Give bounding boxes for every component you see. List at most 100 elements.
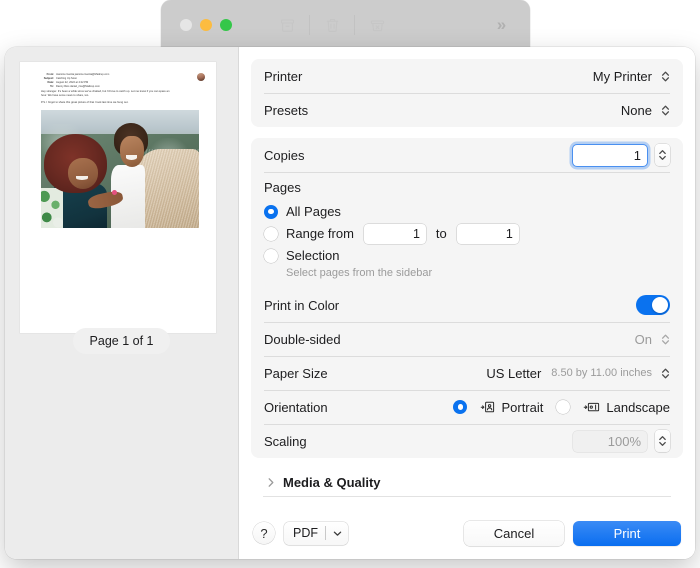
orientation-label: Orientation [264, 400, 328, 415]
scaling-label: Scaling [264, 434, 307, 449]
presets-value: None [621, 103, 652, 118]
chevron-updown-icon [661, 367, 670, 380]
archive-icon [279, 17, 296, 34]
pages-selection-label: Selection [286, 248, 339, 263]
traffic-lights [180, 19, 232, 31]
photo-person-left-pattern [41, 188, 63, 228]
email-header: From: Jasmine Garcia jasmine.Garcia@Mail… [29, 73, 207, 89]
chevron-updown-icon [661, 70, 670, 83]
trash-button[interactable] [310, 9, 354, 41]
chevron-updown-icon [661, 104, 670, 117]
pages-title: Pages [264, 180, 670, 195]
trash-icon [324, 17, 341, 34]
pages-selection-hint: Select pages from the sidebar [286, 267, 670, 279]
paper-size-popup-button[interactable]: US Letter 8.50 by 11.00 inches [486, 366, 670, 381]
print-dialog-screen: » From: Jasmine Garcia jasmine.Garcia@Ma… [0, 0, 700, 568]
print-in-color-row: Print in Color [251, 288, 683, 322]
email-header-row: From: Jasmine Garcia jasmine.Garcia@Mail… [29, 73, 207, 76]
double-sided-row[interactable]: Double-sided On [251, 322, 683, 356]
email-body-line: P.S. I forgot to share this great pictur… [41, 101, 204, 105]
print-sheet: From: Jasmine Garcia jasmine.Garcia@Mail… [5, 47, 695, 559]
pages-all-option[interactable]: All Pages [264, 201, 670, 222]
toolbar-overflow-button[interactable]: » [488, 12, 514, 38]
radio-landscape-icon[interactable] [556, 400, 570, 414]
range-to-input[interactable]: 1 [457, 224, 519, 244]
media-quality-disclosure[interactable]: Media & Quality [251, 469, 683, 496]
print-preview-pane: From: Jasmine Garcia jasmine.Garcia@Mail… [5, 47, 239, 559]
pages-range-label: Range from [286, 226, 354, 241]
options-scroll-area: Printer My Printer Presets [239, 47, 695, 507]
preview-page[interactable]: From: Jasmine Garcia jasmine.Garcia@Mail… [20, 62, 216, 333]
email-header-row: To: Danny Rios daniel_rios@Mailcup.com [29, 85, 207, 88]
copies-label: Copies [264, 148, 304, 163]
double-sided-label: Double-sided [264, 332, 341, 347]
scaling-input[interactable]: 100% [573, 431, 647, 452]
chevron-right-icon [267, 477, 275, 488]
printer-label: Printer [264, 69, 302, 84]
toolbar-icon-group [265, 9, 399, 41]
portrait-page-icon [480, 400, 496, 414]
orientation-row: Orientation [251, 390, 683, 424]
email-to-value: Danny Rios daniel_rios@Mailcup.com [56, 85, 100, 88]
paper-size-row[interactable]: Paper Size US Letter 8.50 by 11.00 inche… [251, 356, 683, 390]
cancel-button[interactable]: Cancel [464, 521, 564, 546]
range-from-input[interactable]: 1 [364, 224, 426, 244]
photo-person-left-nail [112, 190, 117, 195]
avatar [197, 73, 205, 81]
chevron-updown-icon [661, 333, 670, 346]
pdf-menu-button[interactable]: PDF [284, 522, 348, 545]
presets-label: Presets [264, 103, 308, 118]
radio-portrait-icon[interactable] [453, 400, 467, 414]
divider [263, 496, 671, 497]
pdf-label: PDF [293, 526, 318, 540]
range-to-label: to [436, 226, 447, 241]
landscape-page-icon [583, 400, 601, 414]
presets-row[interactable]: Presets None [251, 93, 683, 127]
radio-range-icon[interactable] [264, 227, 278, 241]
printer-value: My Printer [593, 69, 652, 84]
copies-input[interactable]: 1 [573, 145, 647, 166]
email-header-row: Date: August 22, 2022 at 4:22 PM [29, 81, 207, 84]
copies-stepper[interactable] [655, 144, 670, 166]
junk-icon [369, 17, 386, 34]
print-in-color-label: Print in Color [264, 298, 339, 313]
maximize-button-icon[interactable] [220, 19, 232, 31]
photo-person-left-face [68, 158, 98, 189]
email-date-value: August 22, 2022 at 4:22 PM [56, 81, 88, 84]
pdf-divider [325, 526, 326, 540]
archive-button[interactable] [265, 9, 309, 41]
pages-selection-option[interactable]: Selection [264, 245, 670, 266]
print-button[interactable]: Print [573, 521, 681, 546]
paper-size-detail: 8.50 by 11.00 inches [551, 367, 652, 379]
radio-selection-icon[interactable] [264, 249, 278, 263]
junk-button[interactable] [355, 9, 399, 41]
email-to-label: To: [29, 85, 54, 88]
media-quality-label: Media & Quality [283, 475, 381, 490]
print-options-pane: Printer My Printer Presets [239, 47, 695, 559]
presets-popup-button[interactable]: None [621, 103, 670, 118]
help-button[interactable]: ? [253, 522, 275, 544]
pages-range-option[interactable]: Range from 1 to 1 [264, 223, 670, 244]
close-button-icon[interactable] [180, 19, 192, 31]
print-in-color-toggle[interactable] [636, 295, 670, 315]
settings-group: Copies 1 Pages All Pages [251, 138, 683, 458]
background-window: » [161, 0, 530, 50]
email-photo [41, 110, 199, 228]
scaling-stepper[interactable] [655, 430, 670, 452]
email-body: Hey stranger. It's been a while since we… [41, 90, 204, 105]
radio-all-pages-icon[interactable] [264, 205, 278, 219]
chevron-down-icon [333, 526, 342, 540]
printer-group: Printer My Printer Presets [251, 59, 683, 127]
paper-size-label: Paper Size [264, 366, 328, 381]
orientation-portrait-option[interactable]: Portrait [453, 400, 543, 415]
printer-row[interactable]: Printer My Printer [251, 59, 683, 93]
orientation-landscape-option[interactable]: Landscape [556, 400, 670, 415]
email-subject-label: Subject: [29, 77, 54, 80]
scaling-row: Scaling 100% [251, 424, 683, 458]
double-sided-popup-button[interactable]: On [635, 332, 670, 347]
orientation-portrait-label: Portrait [501, 400, 543, 415]
pages-block: Pages All Pages Range from 1 to 1 [251, 172, 683, 288]
minimize-button-icon[interactable] [200, 19, 212, 31]
window-toolbar: » [161, 0, 530, 50]
printer-popup-button[interactable]: My Printer [593, 69, 670, 84]
